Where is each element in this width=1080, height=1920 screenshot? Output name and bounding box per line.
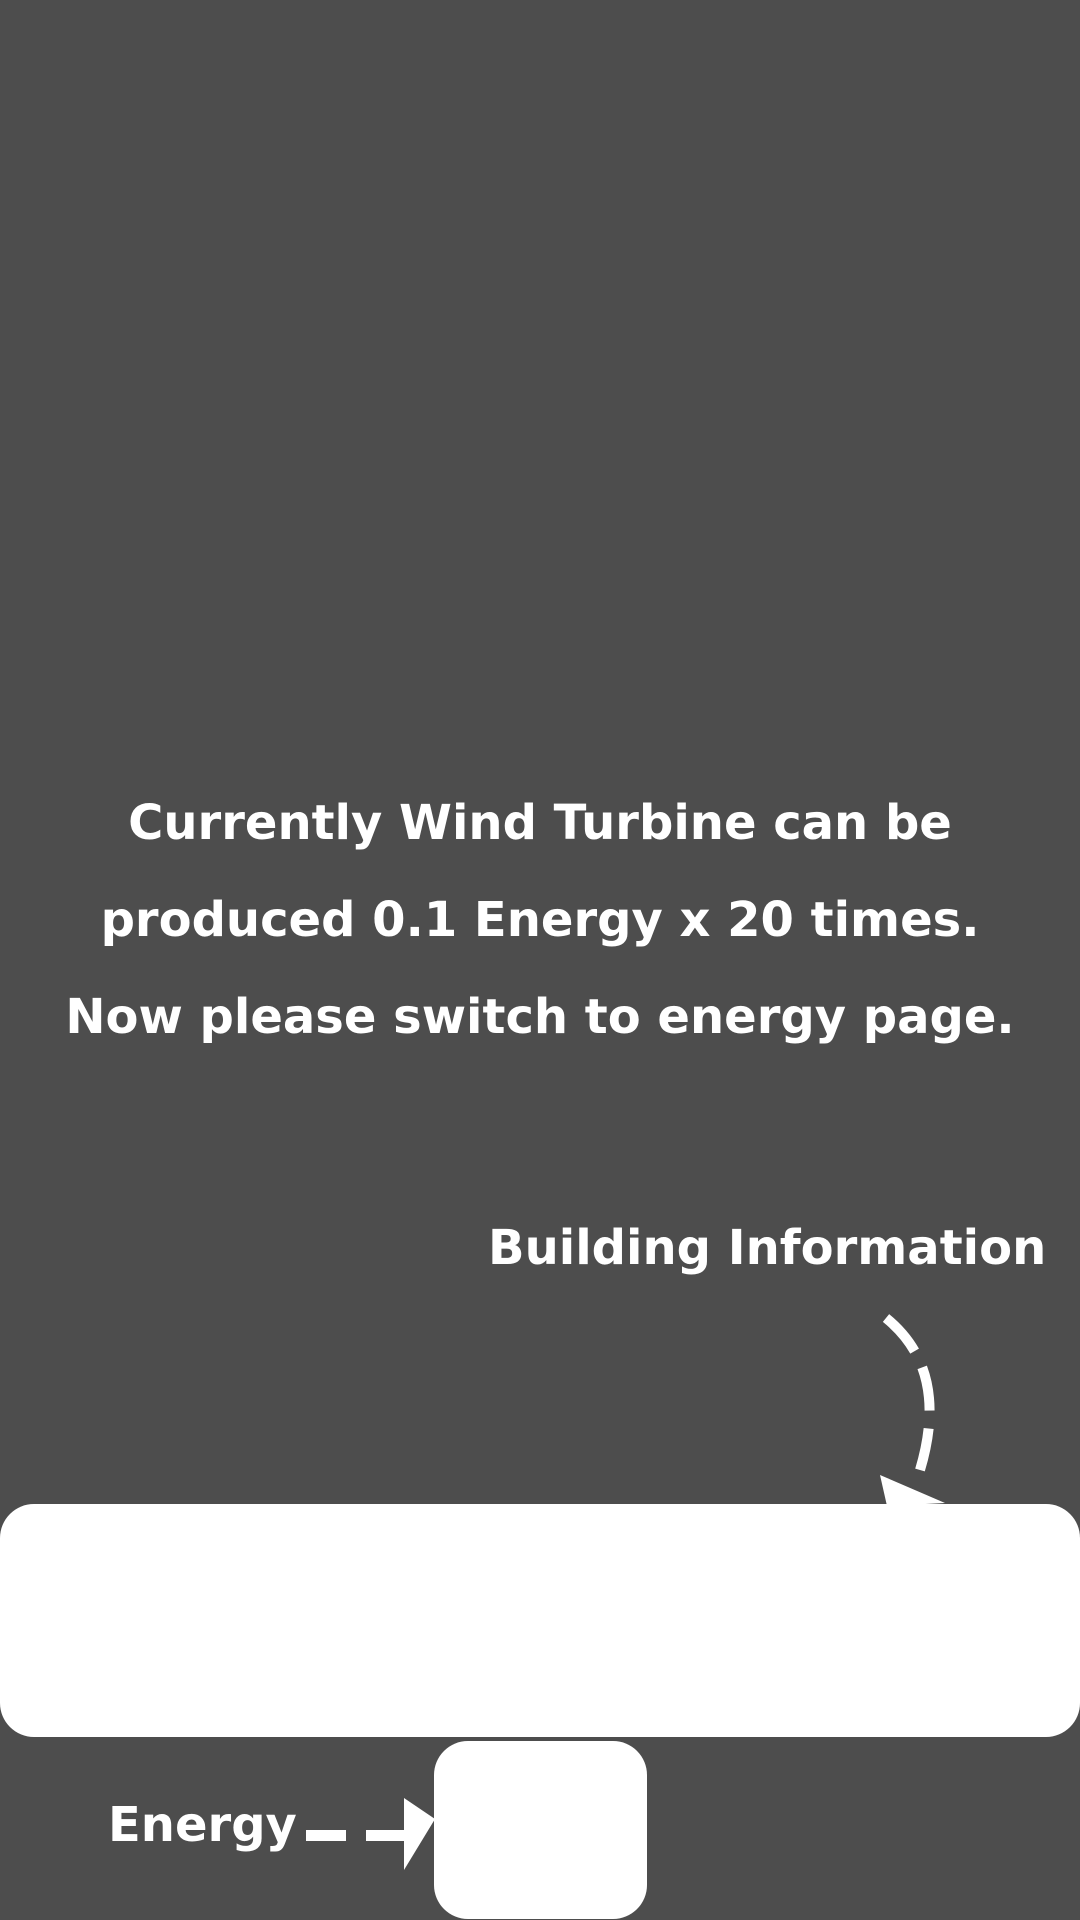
energy-label: Energy bbox=[108, 1797, 297, 1853]
dashed-arrow-right-icon bbox=[306, 1798, 435, 1870]
tutorial-line-1: Currently Wind Turbine can be bbox=[128, 795, 952, 851]
curved-dashed-arrow-icon bbox=[880, 1314, 945, 1506]
building-information-label: Building Information bbox=[488, 1220, 1047, 1276]
building-information-panel-highlight[interactable] bbox=[0, 1504, 1080, 1737]
energy-tab-button-highlight[interactable] bbox=[434, 1741, 647, 1919]
tutorial-message: Currently Wind Turbine can be produced 0… bbox=[0, 775, 1080, 1066]
tutorial-line-3: Now please switch to energy page. bbox=[65, 989, 1015, 1045]
tutorial-line-2: produced 0.1 Energy x 20 times. bbox=[100, 892, 980, 948]
tutorial-overlay: Currently Wind Turbine can be produced 0… bbox=[0, 0, 1080, 1920]
